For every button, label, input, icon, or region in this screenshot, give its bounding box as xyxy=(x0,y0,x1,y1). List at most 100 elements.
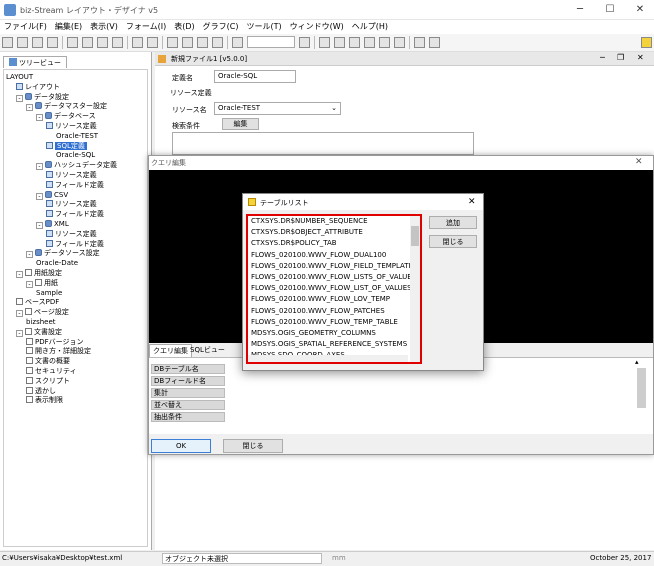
tree-item[interactable]: フィールド定義 xyxy=(4,210,147,220)
query-grid-scrollbar[interactable] xyxy=(637,368,646,408)
tree-item[interactable]: - ページ設定 xyxy=(4,308,147,318)
zoom-in-icon[interactable] xyxy=(232,37,243,48)
collapse-toggle-icon[interactable]: - xyxy=(26,104,33,112)
tree-item[interactable]: LAYOUT xyxy=(4,73,147,83)
collapse-toggle-icon[interactable]: - xyxy=(26,280,33,288)
maximize-button[interactable]: ☐ xyxy=(598,2,622,18)
collapse-toggle-icon[interactable]: - xyxy=(16,94,23,102)
tree-item[interactable]: セキュリティ xyxy=(4,366,147,377)
delete-icon[interactable] xyxy=(112,37,123,48)
collapse-toggle-icon[interactable]: - xyxy=(16,329,23,337)
tree-item[interactable]: - データマスター設定 xyxy=(4,102,147,112)
copy-icon[interactable] xyxy=(67,37,78,48)
collapse-toggle-icon[interactable]: - xyxy=(26,251,33,259)
table-list-item[interactable]: MDSYS.OGIS_GEOMETRY_COLUMNS xyxy=(248,328,420,339)
tree-item[interactable]: スクリプト xyxy=(4,376,147,387)
tab-sql-view[interactable]: SQLビュー xyxy=(187,344,228,357)
undo-icon[interactable] xyxy=(132,37,143,48)
tree-view-tab[interactable]: ツリービュー xyxy=(3,56,67,68)
tree-item[interactable]: - データソース設定 xyxy=(4,249,147,259)
menu-table[interactable]: 表(D) xyxy=(170,20,198,33)
tree-item[interactable]: リソース定義 xyxy=(4,121,147,132)
tree-item[interactable]: フィールド定義 xyxy=(4,239,147,250)
doc-restore-button[interactable]: ❐ xyxy=(617,53,624,62)
query-close-button[interactable]: 閉じる xyxy=(223,439,283,453)
table-list-item[interactable]: CTXSYS.DR$POLICY_TAB xyxy=(248,238,420,249)
save-icon[interactable] xyxy=(32,37,43,48)
tree-item[interactable]: - CSV xyxy=(4,190,147,201)
doc-minimize-button[interactable]: ─ xyxy=(600,53,605,62)
barcode-icon[interactable] xyxy=(394,37,405,48)
scroll-up-icon[interactable]: ▴ xyxy=(635,358,639,366)
table-icon[interactable] xyxy=(197,37,208,48)
collapse-toggle-icon[interactable]: - xyxy=(36,163,43,171)
table-list-item[interactable]: FLOWS_020100.WWV_FLOW_LISTS_OF_VALUE xyxy=(248,272,420,283)
collapse-toggle-icon[interactable]: - xyxy=(36,114,43,122)
note-icon[interactable] xyxy=(641,37,652,48)
menu-help[interactable]: ヘルプ(H) xyxy=(348,20,392,33)
tree-item[interactable]: 文書の概要 xyxy=(4,357,147,367)
table-list[interactable]: CTXSYS.DR$NUMBER_SEQUENCE CTXSYS.DR$OBJEC… xyxy=(246,214,422,364)
cut-icon[interactable] xyxy=(82,37,93,48)
add-button[interactable]: 追加 xyxy=(429,216,477,229)
doc-close-button[interactable]: ✕ xyxy=(637,53,644,62)
paste-icon[interactable] xyxy=(97,37,108,48)
layer-icon[interactable] xyxy=(182,37,193,48)
close-window-button[interactable]: ✕ xyxy=(628,2,652,18)
collapse-toggle-icon[interactable]: - xyxy=(16,270,23,278)
menu-edit[interactable]: 編集(E) xyxy=(51,20,86,33)
new-file-icon[interactable] xyxy=(2,37,13,48)
tree-item[interactable]: Oracle-SQL xyxy=(4,151,147,161)
table-list-hscroll[interactable] xyxy=(248,355,408,362)
table-list-vscroll-thumb[interactable] xyxy=(411,226,419,246)
collapse-toggle-icon[interactable]: - xyxy=(16,310,23,318)
tab-query-edit[interactable]: クエリ編集 xyxy=(149,344,192,357)
table-list-item[interactable]: FLOWS_020100.WWV_FLOW_PATCHES xyxy=(248,306,420,317)
collapse-toggle-icon[interactable]: - xyxy=(36,221,43,229)
query-dialog-close-icon[interactable]: ✕ xyxy=(635,157,643,167)
menu-form[interactable]: フォーム(I) xyxy=(122,20,170,33)
menu-tools[interactable]: ツール(T) xyxy=(242,20,285,33)
menu-file[interactable]: ファイル(F) xyxy=(0,20,51,33)
save-all-icon[interactable] xyxy=(47,37,58,48)
open-folder-icon[interactable] xyxy=(17,37,28,48)
table-close-button[interactable]: 閉じる xyxy=(429,235,477,248)
collapse-toggle-icon[interactable]: - xyxy=(36,192,43,200)
menu-view[interactable]: 表示(V) xyxy=(86,20,122,33)
stop-icon[interactable] xyxy=(429,37,440,48)
tree-item[interactable]: PDFバージョン xyxy=(4,337,147,348)
align-icon[interactable] xyxy=(212,37,223,48)
table-dialog-close-icon[interactable]: ✕ xyxy=(468,197,476,207)
table-list-item[interactable]: FLOWS_020100.WWV_FLOW_TEMP_TABLE xyxy=(248,317,420,328)
tools-icon[interactable] xyxy=(414,37,425,48)
tree-view[interactable]: LAYOUT レイアウト - データ設定 - データマスター設定 - データベース リソース定義… xyxy=(3,69,148,547)
tree-item[interactable]: - ハッシュデータ定義 xyxy=(4,161,147,171)
tree-item[interactable]: リソース定義 xyxy=(4,170,147,181)
grid-icon[interactable] xyxy=(167,37,178,48)
table-list-item[interactable]: FLOWS_020100.WWV_FLOW_LOV_TEMP xyxy=(248,294,420,305)
redo-icon[interactable] xyxy=(147,37,158,48)
tree-item[interactable]: - 用紙設定 xyxy=(4,268,147,279)
tree-item[interactable]: 開き方・詳細設定 xyxy=(4,347,147,357)
zoom-out-icon[interactable] xyxy=(299,37,310,48)
tree-item[interactable]: レイアウト xyxy=(4,82,147,93)
tree-item[interactable]: - 用紙 xyxy=(4,278,147,289)
resource-select[interactable]: Oracle-TEST ⌄ xyxy=(214,102,341,115)
minimize-button[interactable]: ─ xyxy=(568,2,592,18)
tree-item[interactable]: - データ設定 xyxy=(4,92,147,103)
tree-item[interactable]: SQL定義 xyxy=(4,141,147,152)
tree-item[interactable]: フィールド定義 xyxy=(4,180,147,191)
table-list-item[interactable]: MDSYS.OGIS_SPATIAL_REFERENCE_SYSTEMS xyxy=(248,339,420,350)
tree-item[interactable]: - XML xyxy=(4,219,147,230)
tree-item[interactable]: リソース定義 xyxy=(4,200,147,210)
tree-item[interactable]: ベースPDF xyxy=(4,298,147,308)
tree-item[interactable]: Oracle-Date xyxy=(4,259,147,269)
image-icon[interactable] xyxy=(379,37,390,48)
table-list-item[interactable]: CTXSYS.DR$OBJECT_ATTRIBUTE xyxy=(248,227,420,238)
tree-item[interactable]: Sample xyxy=(4,289,147,299)
tree-item[interactable]: リソース定義 xyxy=(4,229,147,240)
edit-button[interactable]: 編集 xyxy=(222,118,259,130)
tree-item[interactable]: - データベース xyxy=(4,112,147,122)
table-list-item[interactable]: FLOWS_020100.WWV_FLOW_LIST_OF_VALUES xyxy=(248,283,420,294)
tree-item[interactable]: bizsheet xyxy=(4,318,147,328)
